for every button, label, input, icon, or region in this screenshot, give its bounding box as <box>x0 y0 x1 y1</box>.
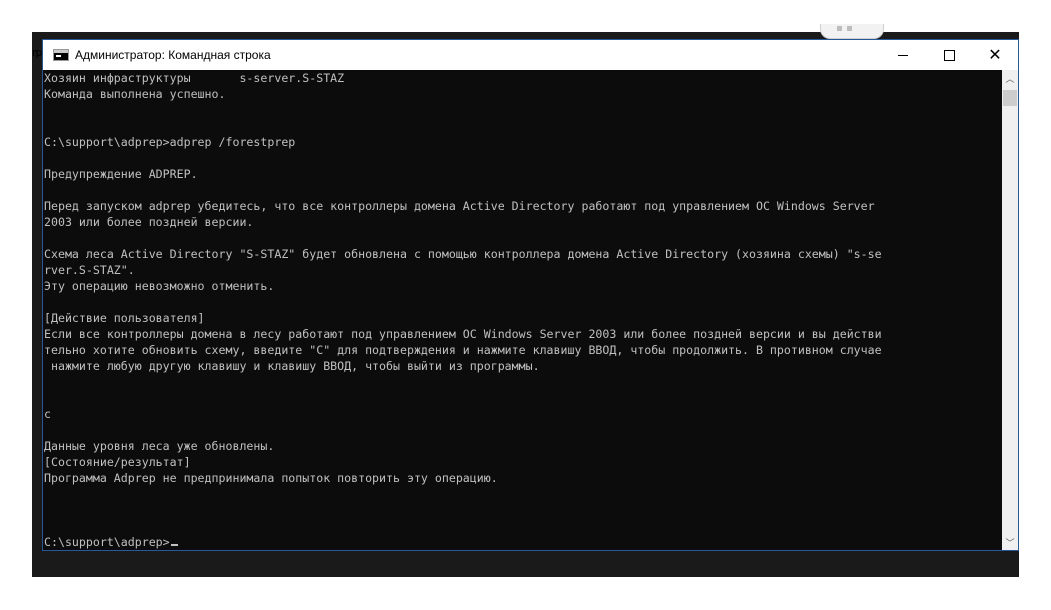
console-line: 2003 или более поздней версии. <box>44 215 254 229</box>
maximize-button[interactable] <box>926 40 972 70</box>
text-cursor <box>170 544 178 546</box>
console-line: Предупреждение ADPREP. <box>44 167 198 181</box>
background-window-fragment <box>820 24 884 39</box>
vertical-scrollbar[interactable]: ︿ ﹀ <box>1002 70 1018 550</box>
console-line: Перед запуском adprep убедитесь, что все… <box>44 199 875 213</box>
console-line: Хозяин инфраструктуры s-server.S-STAZ <box>44 71 345 85</box>
console-line: тельно хотите обновить схему, введите "C… <box>44 343 882 357</box>
title-bar[interactable]: Администратор: Командная строка ✕ <box>43 40 1018 70</box>
console-line: Если все контроллеры домена в лесу работ… <box>44 327 882 341</box>
scroll-down-button[interactable]: ﹀ <box>1002 534 1018 550</box>
console-line: C:\support\adprep> <box>43 534 1003 550</box>
console-output[interactable]: Хозяин инфраструктуры s-server.S-STAZ Ком… <box>43 70 1003 550</box>
minimize-button[interactable] <box>880 40 926 70</box>
console-line: rver.S-STAZ". <box>44 263 135 277</box>
cmd-icon[interactable] <box>53 49 69 61</box>
console-line: Схема леса Active Directory "S-STAZ" буд… <box>44 247 882 261</box>
console-line: c <box>44 407 51 421</box>
scroll-up-button[interactable]: ︿ <box>1002 70 1018 86</box>
console-line: нажмите любую другую клавишу и клавишу В… <box>44 359 540 373</box>
console-line: C:\support\adprep>adprep /forestprep <box>44 135 296 149</box>
console-line: Данные уровня леса уже обновлены. <box>44 439 275 453</box>
scroll-thumb[interactable] <box>1003 90 1017 106</box>
console-line: Программа Adprep не предпринимала попыто… <box>44 471 498 485</box>
close-button[interactable]: ✕ <box>972 40 1018 70</box>
chevron-up-icon: ︿ <box>1005 74 1015 85</box>
command-prompt-window: Администратор: Командная строка ✕ Хозяин… <box>42 39 1019 551</box>
close-icon: ✕ <box>988 45 1002 64</box>
maximize-icon <box>943 49 955 61</box>
window-title: Администратор: Командная строка <box>75 48 271 62</box>
console-line: [Состояние/результат] <box>44 455 191 469</box>
chevron-down-icon: ﹀ <box>1005 538 1015 549</box>
background-window-title-fragment: rp <box>32 46 42 59</box>
minimize-icon <box>898 54 908 56</box>
console-line: Эту операцию невозможно отменить. <box>44 279 275 293</box>
console-line: Команда выполнена успешно. <box>44 87 226 101</box>
console-line: [Действие пользователя] <box>44 311 205 325</box>
